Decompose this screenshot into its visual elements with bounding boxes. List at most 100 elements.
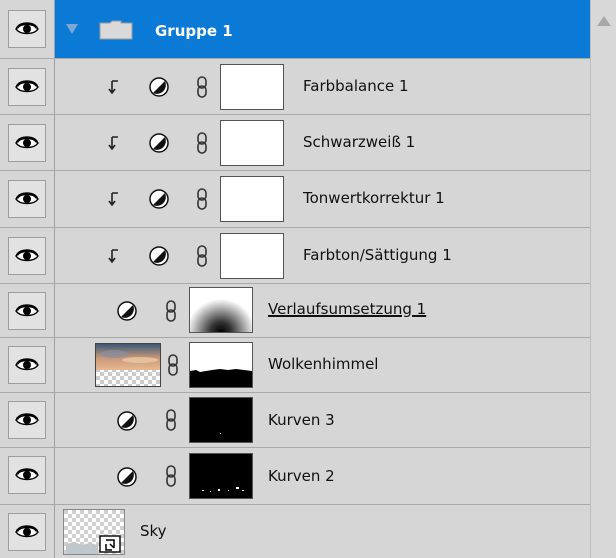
layer-row[interactable]: Schwarzweiß 1 [0,115,590,171]
layer-row[interactable]: Verlaufsumsetzung 1 [0,284,590,338]
visibility-toggle[interactable] [8,401,46,439]
visibility-toggle[interactable] [8,513,46,551]
layer-row-group[interactable]: Gruppe 1 [0,0,590,59]
layer-content: Farbbalance 1 [55,59,590,114]
layer-name: Tonwertkorrektur 1 [303,189,445,207]
layer-mask-thumbnail[interactable] [220,64,284,110]
layer-name: Sky [140,522,167,540]
layer-name: Kurven 2 [268,467,335,485]
folder-icon [99,20,133,40]
layer-mask-thumbnail[interactable] [220,120,284,166]
chain-link-icon [197,76,207,98]
cloud-sky-thumbnail-icon [96,344,160,386]
layer-row[interactable]: Farbton/Sättigung 1 [0,228,590,284]
adjustment-layer-icon [117,467,137,487]
chain-link-icon [197,132,207,154]
layer-mask-thumbnail[interactable] [189,342,253,388]
adjustment-layer-icon [149,189,169,209]
adjustment-layer-icon [149,77,169,97]
clipping-arrow-icon [108,136,118,150]
adjustment-layer-icon [149,133,169,153]
layer-row[interactable]: Farbbalance 1 [0,59,590,115]
eye-icon [15,358,39,371]
eye-icon [15,80,39,93]
eye-icon [15,22,39,35]
visibility-cell [0,228,55,283]
layers-list: Gruppe 1 Farbbalance 1 Schwarzweiß 1 Ton… [0,0,590,558]
eye-icon [15,249,39,262]
visibility-cell [0,448,55,504]
clipping-arrow-icon [108,249,118,263]
layer-row[interactable]: Kurven 2 [0,448,590,505]
layer-name: Farbton/Sättigung 1 [303,246,452,264]
chain-link-icon [197,245,207,267]
visibility-toggle[interactable] [8,10,46,48]
layer-mask-thumbnail[interactable] [189,453,253,499]
eye-icon [15,136,39,149]
eye-icon [15,525,39,538]
visibility-toggle[interactable] [8,68,46,106]
clipping-arrow-icon [108,80,118,94]
layer-name: Verlaufsumsetzung 1 [268,300,427,318]
layer-name: Wolkenhimmel [268,355,379,373]
visibility-toggle[interactable] [8,292,46,330]
eye-icon [15,468,39,481]
mask-specks-icon [190,454,252,498]
group-name: Gruppe 1 [155,22,233,40]
eye-icon [15,304,39,317]
horizon-mask-icon [190,343,252,387]
layers-panel: Gruppe 1 Farbbalance 1 Schwarzweiß 1 Ton… [0,0,616,558]
chain-link-icon [166,300,176,322]
layer-content: Kurven 2 [55,448,590,504]
visibility-toggle[interactable] [8,456,46,494]
layer-name: Farbbalance 1 [303,77,409,95]
layer-content: Kurven 3 [55,393,590,447]
chain-link-icon [197,188,207,210]
layer-name: Kurven 3 [268,411,335,429]
layer-content: Farbton/Sättigung 1 [55,228,590,283]
adjustment-layer-icon [117,301,137,321]
chain-link-icon [166,465,176,487]
chain-link-icon [168,354,178,376]
visibility-cell [0,505,55,558]
layer-content: Verlaufsumsetzung 1 [55,284,590,337]
visibility-cell [0,59,55,114]
smart-object-thumbnail-icon [64,510,124,554]
layer-row[interactable]: Tonwertkorrektur 1 [0,171,590,228]
visibility-cell [0,393,55,447]
visibility-toggle[interactable] [8,124,46,162]
visibility-toggle[interactable] [8,237,46,275]
layer-content: Tonwertkorrektur 1 [55,171,590,227]
adjustment-layer-icon [117,411,137,431]
layer-row[interactable]: Wolkenhimmel [0,338,590,393]
layer-mask-thumbnail[interactable] [220,176,284,222]
adjustment-layer-icon [149,246,169,266]
layer-content: Schwarzweiß 1 [55,115,590,170]
visibility-cell [0,171,55,227]
visibility-toggle[interactable] [8,346,46,384]
layer-mask-thumbnail[interactable] [220,233,284,279]
vertical-scrollbar[interactable] [590,0,616,558]
triangle-down-icon[interactable] [65,23,79,35]
visibility-cell [0,0,55,58]
layer-thumbnail[interactable] [95,343,161,387]
chain-link-icon [166,409,176,431]
layer-name: Schwarzweiß 1 [303,133,416,151]
layer-content: Gruppe 1 [55,0,590,58]
visibility-toggle[interactable] [8,180,46,218]
visibility-cell [0,115,55,170]
layer-content: Sky [55,505,590,558]
layer-mask-thumbnail[interactable] [189,287,253,333]
layer-mask-thumbnail[interactable] [189,397,253,443]
eye-icon [15,413,39,426]
scroll-up-arrow-icon[interactable] [597,16,611,26]
eye-icon [15,192,39,205]
layer-thumbnail[interactable] [63,509,125,555]
clipping-arrow-icon [108,192,118,206]
visibility-cell [0,284,55,337]
layer-row[interactable]: Kurven 3 [0,393,590,448]
mask-specks-icon [190,398,252,442]
layer-content: Wolkenhimmel [55,338,590,392]
layer-row[interactable]: Sky [0,505,590,558]
visibility-cell [0,338,55,392]
